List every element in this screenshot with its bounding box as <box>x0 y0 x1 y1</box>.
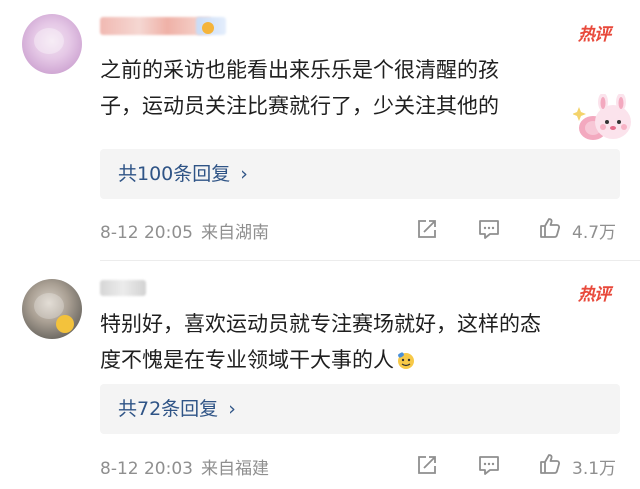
comment-text-line: 度不愧是在专业领域干大事的人 <box>100 348 394 372</box>
avatar[interactable] <box>22 279 82 339</box>
username-blurred[interactable] <box>100 280 146 296</box>
comment-date: 8-12 20:03 <box>100 459 193 479</box>
comment-location: 来自福建 <box>200 459 269 479</box>
replies-label: 共72条回复 <box>118 398 219 420</box>
comment-item: 热评 特别好，喜欢运动员就专注赛场就好，这样的态 度不愧是在专业领域干大事的人 … <box>0 0 640 489</box>
comment-meta: 8-12 20:03 来自福建 <box>100 454 269 479</box>
chevron-right-icon: › <box>228 398 236 420</box>
hot-comment-badge: 热评 <box>578 285 611 305</box>
comment-text-line: 特别好，喜欢运动员就专注赛场就好，这样的态 <box>100 312 541 336</box>
like-count: 3.1万 <box>572 459 617 479</box>
comment-text-line-wrap: 度不愧是在专业领域干大事的人 <box>100 342 630 378</box>
share-icon[interactable] <box>416 454 438 476</box>
thumbs-up-icon[interactable] <box>538 452 562 476</box>
comment-icon[interactable] <box>477 454 501 476</box>
salute-emoji-icon <box>398 352 414 369</box>
comment-text: 特别好，喜欢运动员就专注赛场就好，这样的态 度不愧是在专业领域干大事的人 <box>100 306 630 378</box>
view-replies-button[interactable]: 共72条回复 › <box>100 384 620 434</box>
